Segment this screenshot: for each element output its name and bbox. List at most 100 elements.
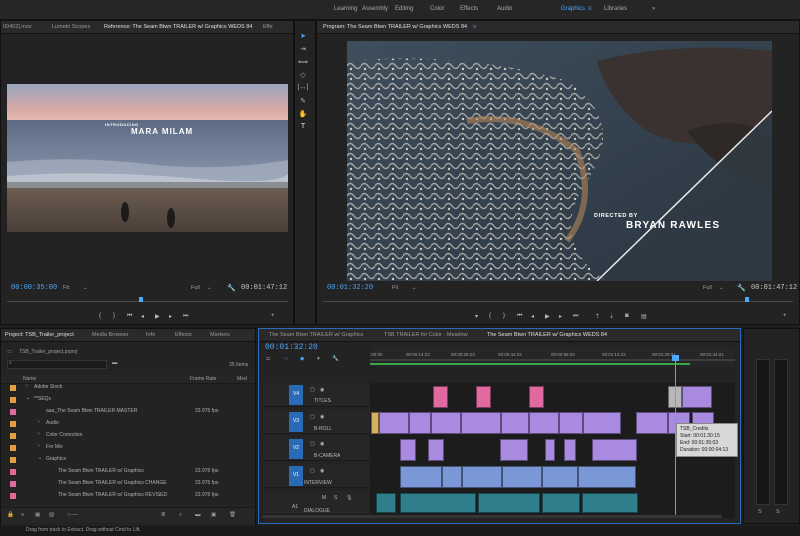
project-row[interactable]: › For Mix [6, 443, 250, 454]
list-view-icon[interactable]: ≡ [21, 512, 24, 518]
mark-in-icon[interactable]: { [489, 313, 491, 319]
broll-clip[interactable] [501, 412, 529, 434]
track-select-tool-icon[interactable]: ⇥ [296, 45, 310, 57]
broll-clip[interactable] [379, 412, 409, 434]
project-row[interactable]: › Color Correction [6, 431, 250, 442]
audio-clip[interactable] [542, 493, 580, 513]
workspace-color[interactable]: Color [430, 6, 444, 12]
program-timecode[interactable]: 00:01:32:20 [327, 284, 373, 292]
mic-icon[interactable]: 🎙 [346, 495, 352, 501]
source-scrubber[interactable] [7, 301, 288, 302]
marker-icon[interactable]: ▾ [475, 313, 478, 320]
step-back-icon[interactable]: ⏮ [517, 313, 522, 320]
lift-icon[interactable]: ⇡ [595, 313, 600, 320]
audio-clip[interactable] [376, 493, 396, 513]
mute-icon[interactable]: M [322, 495, 326, 501]
overflow-icon[interactable]: » [652, 6, 655, 12]
linked-selection-icon[interactable]: ∩ [284, 356, 288, 362]
step-forward-icon[interactable]: ⏭ [183, 313, 188, 320]
play-icon[interactable]: ▶ [155, 313, 160, 320]
label-color-swatch[interactable] [10, 481, 16, 487]
frame-back-icon[interactable]: ◂ [531, 313, 534, 320]
solo-icon[interactable]: S [334, 495, 337, 501]
timeline-timecode[interactable]: 00:01:32:20 [265, 343, 318, 352]
snap-icon[interactable]: ⊂ [266, 356, 271, 362]
source-fit-select[interactable]: Fit [63, 285, 69, 291]
disclosure-arrow-icon[interactable]: › [26, 383, 28, 389]
tab-clip[interactable]: 00402].mov [3, 24, 32, 30]
workspace-graphics[interactable]: Graphics [561, 6, 585, 12]
interview-clip[interactable] [400, 466, 442, 488]
frame-back-icon[interactable]: ◂ [141, 313, 144, 320]
lock-icon[interactable]: 🔒 [7, 512, 14, 518]
project-row[interactable]: ⌄ Graphics [6, 455, 250, 466]
broll-clip[interactable] [409, 412, 431, 434]
broll-clip[interactable] [431, 412, 461, 434]
wrench-icon[interactable]: 🔧 [227, 284, 236, 292]
solo-right-button[interactable]: S [776, 509, 780, 515]
pen-tool-icon[interactable]: ✎ [296, 97, 310, 109]
broll-clip[interactable] [371, 412, 379, 434]
track-target-v3[interactable]: V3 [289, 412, 303, 432]
title-clip[interactable] [529, 386, 544, 408]
chevron-down-icon[interactable]: ⌄ [83, 285, 88, 291]
workspace-menu-icon[interactable]: ≡ [588, 6, 592, 12]
title-clip[interactable] [476, 386, 491, 408]
column-name[interactable]: Name [23, 376, 36, 382]
column-frame-rate[interactable]: Frame Rate [190, 376, 216, 382]
label-color-swatch[interactable] [10, 433, 16, 439]
comparison-view-icon[interactable]: ▤ [641, 313, 647, 320]
bcamera-clip[interactable] [592, 439, 637, 461]
timeline-scrollbar[interactable] [262, 515, 722, 518]
search-input[interactable] [7, 360, 107, 369]
type-tool-icon[interactable]: T [296, 123, 310, 135]
track-target-v1[interactable]: V1 [289, 466, 303, 486]
camera-icon[interactable]: ◙ [625, 313, 629, 319]
find-icon[interactable]: ⌕ [179, 512, 182, 519]
track-target-a1[interactable]: A1 [292, 504, 298, 510]
track-target-v4[interactable]: V4 [289, 385, 303, 405]
search-icon[interactable]: ⌕ [9, 360, 12, 366]
hand-tool-icon[interactable]: ✋ [296, 110, 310, 122]
mark-out-icon[interactable]: } [503, 313, 505, 319]
audio-clip[interactable] [582, 493, 638, 513]
eye-icon[interactable]: ◉ [320, 441, 324, 447]
tab-media-browser[interactable]: Media Browser [92, 332, 129, 338]
tab-effects[interactable]: Effects [175, 332, 192, 338]
freeform-view-icon[interactable]: ▧ [49, 512, 54, 518]
program-scrubber[interactable] [323, 301, 793, 302]
bcamera-clip[interactable] [400, 439, 416, 461]
solo-left-button[interactable]: S [758, 509, 762, 515]
icon-view-icon[interactable]: ▦ [35, 512, 40, 518]
label-color-swatch[interactable] [10, 469, 16, 475]
step-forward-icon[interactable]: ⏭ [573, 313, 578, 320]
selection-tool-icon[interactable]: ➤ [296, 32, 310, 44]
interview-clip[interactable] [578, 466, 636, 488]
label-color-swatch[interactable] [10, 385, 16, 391]
new-item-icon[interactable]: ▣ [211, 512, 216, 518]
new-bin-icon[interactable]: ▬ [195, 512, 201, 518]
tab-lumetri-scopes[interactable]: Lumetri Scopes [52, 24, 90, 30]
broll-clip[interactable] [559, 412, 583, 434]
tab-program[interactable]: Program: The Seam Btwn TRAILER w/ Graphi… [323, 24, 467, 30]
disclosure-arrow-icon[interactable]: ⌄ [26, 395, 30, 401]
chevron-down-icon[interactable]: ⌄ [719, 285, 724, 291]
bcamera-clip[interactable] [564, 439, 576, 461]
source-timecode[interactable]: 00:00:35:00 [11, 284, 57, 292]
sync-lock-icon[interactable]: ▢ [310, 441, 315, 447]
mark-in-icon[interactable]: { [99, 313, 101, 319]
zoom-slider[interactable]: ○── [67, 512, 78, 518]
step-back-icon[interactable]: ⏮ [127, 313, 132, 320]
add-button-icon[interactable]: + [783, 313, 787, 319]
play-icon[interactable]: ▶ [545, 313, 550, 320]
panel-menu-icon[interactable]: ≡ [473, 24, 476, 30]
workspace-editing[interactable]: Editing [395, 6, 413, 12]
workspace-audio[interactable]: Audio [497, 6, 512, 12]
frame-forward-icon[interactable]: ▸ [169, 313, 172, 320]
sync-lock-icon[interactable]: ▢ [310, 414, 315, 420]
audio-clip[interactable] [400, 493, 476, 513]
label-color-swatch[interactable] [10, 445, 16, 451]
broll-clip[interactable] [583, 412, 621, 434]
slip-tool-icon[interactable]: |↔| [296, 84, 310, 96]
project-row[interactable]: The Seam Btwn TRAILER w/ Graphics 23.976 … [6, 467, 250, 478]
